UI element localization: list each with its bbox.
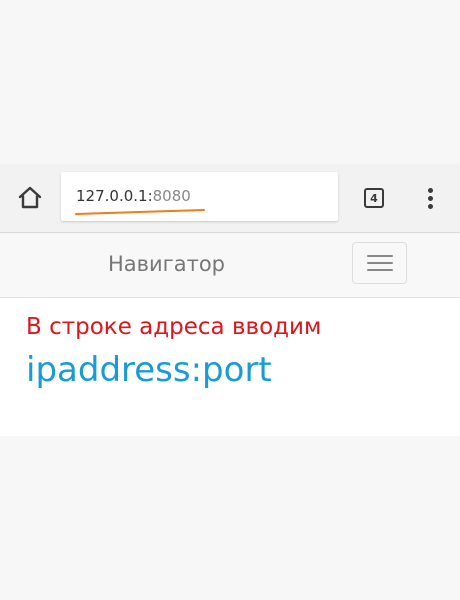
instruction-text: В строке адреса вводим bbox=[26, 314, 322, 340]
tab-count: 4 bbox=[370, 191, 378, 205]
page-content: Навигатор В строке адреса вводим ipaddre… bbox=[0, 233, 460, 436]
home-button[interactable] bbox=[12, 180, 48, 216]
address-bar[interactable]: 127.0.0.1:8080 bbox=[61, 172, 338, 221]
navbar: Навигатор bbox=[0, 233, 460, 298]
url-text[interactable]: 127.0.0.1:8080 bbox=[76, 187, 191, 205]
phone-screen: 127.0.0.1:8080 4 Навигатор В строке адре… bbox=[0, 0, 460, 600]
home-icon bbox=[18, 186, 42, 209]
navbar-brand[interactable]: Навигатор bbox=[108, 251, 225, 277]
overflow-menu-icon bbox=[427, 187, 433, 193]
hamburger-menu-icon bbox=[366, 255, 393, 257]
url-highlight-underline bbox=[75, 209, 205, 215]
url-port: 8080 bbox=[152, 187, 191, 205]
tab-switcher-button[interactable]: 4 bbox=[358, 182, 390, 214]
browser-toolbar: 127.0.0.1:8080 4 bbox=[0, 164, 460, 233]
address-format-text: ipaddress:port bbox=[26, 350, 272, 390]
overflow-menu-button[interactable] bbox=[414, 182, 446, 214]
navbar-toggle-button[interactable] bbox=[352, 242, 407, 284]
tab-switcher-icon: 4 bbox=[364, 188, 384, 208]
url-host: 127.0.0.1: bbox=[76, 187, 153, 205]
